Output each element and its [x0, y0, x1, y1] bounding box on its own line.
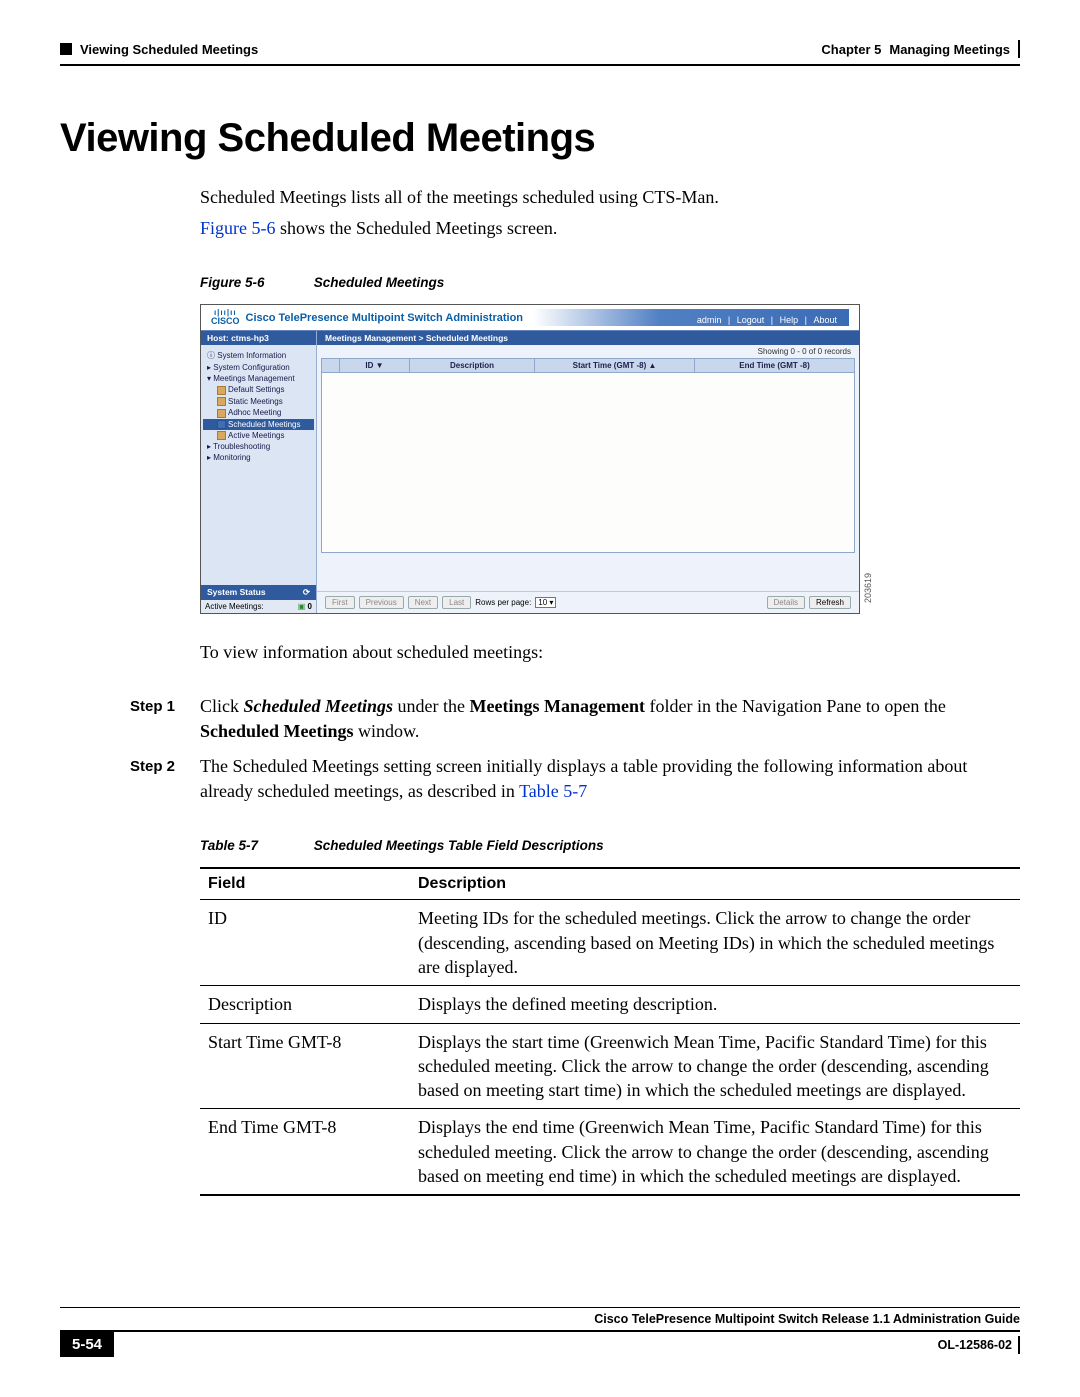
doc-id: OL-12586-02	[938, 1336, 1020, 1354]
rows-per-page-label: Rows per page:	[475, 598, 531, 607]
cell-field: Start Time GMT-8	[200, 1023, 410, 1109]
last-button[interactable]: Last	[442, 596, 471, 609]
nav-meetings-management[interactable]: ▾ Meetings Management	[203, 373, 314, 384]
cell-desc: Displays the defined meeting description…	[410, 986, 1020, 1023]
page-header: Viewing Scheduled Meetings Chapter 5 Man…	[60, 40, 1020, 58]
chapter-title: Managing Meetings	[889, 42, 1010, 57]
page-title: Viewing Scheduled Meetings	[60, 116, 1020, 161]
cell-desc: Meeting IDs for the scheduled meetings. …	[410, 900, 1020, 986]
folder-icon	[217, 431, 226, 440]
host-label: Host: ctms-hp3	[201, 331, 316, 345]
cell-desc: Displays the start time (Greenwich Mean …	[410, 1023, 1020, 1109]
intro-p1: Scheduled Meetings lists all of the meet…	[200, 185, 1020, 210]
nav-tree: ⓘ System Information ▸ System Configurat…	[201, 345, 316, 467]
nav-default-settings[interactable]: Default Settings	[203, 384, 314, 395]
nav-active-meetings[interactable]: Active Meetings	[203, 430, 314, 441]
folder-icon	[217, 397, 226, 406]
table-row: Description Displays the defined meeting…	[200, 986, 1020, 1023]
header-marker-icon	[60, 43, 72, 55]
nav-troubleshooting[interactable]: ▸ Troubleshooting	[203, 441, 314, 452]
page-number: 5-54	[60, 1332, 114, 1357]
screenshot-figure: ı|ıı|ıı CISCO Cisco TelePresence Multipo…	[200, 304, 860, 614]
table-row: End Time GMT-8 Displays the end time (Gr…	[200, 1109, 1020, 1195]
table-title: Scheduled Meetings Table Field Descripti…	[314, 838, 604, 853]
folder-icon	[217, 409, 226, 418]
app-title: Cisco TelePresence Multipoint Switch Adm…	[246, 312, 524, 324]
header-rule	[60, 64, 1020, 66]
figure-caption: Figure 5-6 Scheduled Meetings	[200, 275, 1020, 290]
help-link[interactable]: Help	[780, 315, 799, 325]
logout-link[interactable]: Logout	[737, 315, 765, 325]
figure-title: Scheduled Meetings	[314, 275, 445, 290]
nav-scheduled-meetings[interactable]: Scheduled Meetings	[203, 419, 314, 430]
table-label: Table 5-7	[200, 838, 310, 853]
refresh-button[interactable]: Refresh	[809, 596, 851, 609]
step-1-label: Step 1	[130, 694, 200, 744]
step-2-label: Step 2	[130, 754, 200, 804]
meetings-table-header: ID ▼ Description Start Time (GMT -8) ▲ E…	[321, 358, 855, 373]
cisco-logo-icon: ı|ıı|ıı CISCO	[211, 309, 240, 326]
banner: admin | Logout | Help | About	[533, 309, 849, 326]
about-link[interactable]: About	[813, 315, 837, 325]
footer-guide-title: Cisco TelePresence Multipoint Switch Rel…	[140, 1308, 1020, 1330]
section-name: Viewing Scheduled Meetings	[80, 42, 258, 57]
col-description[interactable]: Description	[410, 359, 535, 373]
cell-field: ID	[200, 900, 410, 986]
folder-icon	[217, 386, 226, 395]
header-links: admin | Logout | Help | About	[693, 315, 841, 325]
table-row: ID Meeting IDs for the scheduled meeting…	[200, 900, 1020, 986]
figure-label: Figure 5-6	[200, 275, 310, 290]
nav-static-meetings[interactable]: Static Meetings	[203, 396, 314, 407]
table-ref-link[interactable]: Table 5-7	[519, 781, 587, 801]
intro-p2: Figure 5-6 shows the Scheduled Meetings …	[200, 216, 1020, 241]
footer-bar-icon	[1018, 1336, 1020, 1354]
table-row: Start Time GMT-8 Displays the start time…	[200, 1023, 1020, 1109]
table-caption: Table 5-7 Scheduled Meetings Table Field…	[200, 838, 1020, 853]
details-button[interactable]: Details	[767, 596, 805, 609]
refresh-icon[interactable]: ⟳	[303, 587, 310, 598]
nav-system-configuration[interactable]: ▸ System Configuration	[203, 362, 314, 373]
nav-system-information[interactable]: ⓘ System Information	[203, 349, 314, 362]
page-footer: Cisco TelePresence Multipoint Switch Rel…	[60, 1307, 1020, 1357]
chapter-label: Chapter 5	[821, 42, 881, 57]
table-footer: First Previous Next Last Rows per page: …	[317, 591, 859, 613]
intro-p2-tail: shows the Scheduled Meetings screen.	[276, 218, 558, 238]
cell-desc: Displays the end time (Greenwich Mean Ti…	[410, 1109, 1020, 1195]
meetings-table-body	[321, 373, 855, 553]
th-description: Description	[410, 868, 1020, 900]
first-button[interactable]: First	[325, 596, 355, 609]
system-status-header: System Status ⟳	[201, 585, 316, 600]
breadcrumb: Meetings Management > Scheduled Meetings	[317, 331, 859, 345]
next-button[interactable]: Next	[408, 596, 438, 609]
col-end-time[interactable]: End Time (GMT -8)	[695, 359, 855, 373]
step-2: Step 2 The Scheduled Meetings setting sc…	[200, 754, 1020, 804]
header-bar-icon	[1018, 40, 1020, 58]
col-checkbox[interactable]	[322, 359, 340, 373]
system-status-body: Active Meetings: ▣ 0	[201, 600, 316, 613]
cell-field: Description	[200, 986, 410, 1023]
sidebar: Host: ctms-hp3 ⓘ System Information ▸ Sy…	[201, 331, 317, 613]
figure-ref-link[interactable]: Figure 5-6	[200, 218, 276, 238]
cell-field: End Time GMT-8	[200, 1109, 410, 1195]
step-1: Step 1 Click Scheduled Meetings under th…	[200, 694, 1020, 744]
field-descriptions-table: Field Description ID Meeting IDs for the…	[200, 867, 1020, 1196]
nav-adhoc-meeting[interactable]: Adhoc Meeting	[203, 407, 314, 418]
records-count: Showing 0 - 0 of 0 records	[317, 345, 859, 358]
previous-button[interactable]: Previous	[359, 596, 404, 609]
rows-per-page-select[interactable]: 10 ▾	[535, 597, 556, 608]
th-field: Field	[200, 868, 410, 900]
folder-icon	[217, 420, 226, 429]
user-label: admin	[697, 315, 722, 325]
image-id: 203619	[863, 573, 873, 603]
nav-monitoring[interactable]: ▸ Monitoring	[203, 452, 314, 463]
col-id[interactable]: ID ▼	[340, 359, 410, 373]
col-start-time[interactable]: Start Time (GMT -8) ▲	[535, 359, 695, 373]
after-figure-text: To view information about scheduled meet…	[200, 640, 1020, 665]
